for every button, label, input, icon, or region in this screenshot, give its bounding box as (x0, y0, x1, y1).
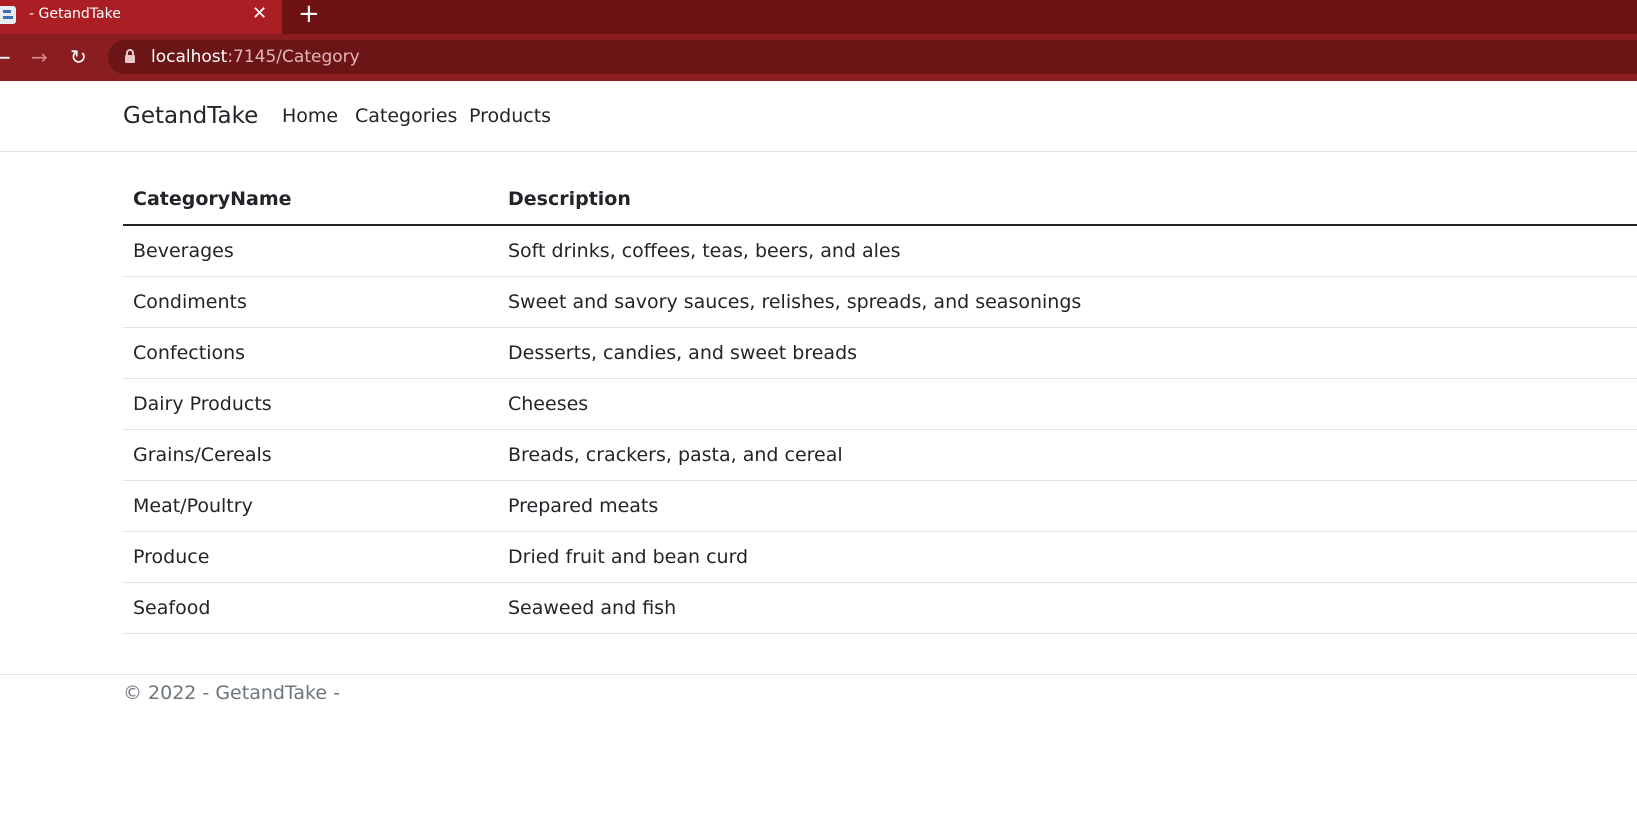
browser-tabstrip: - GetandTake ✕ + (0, 0, 1637, 34)
table-row: Seafood Seaweed and fish (123, 582, 1637, 634)
category-name-cell: Beverages (123, 225, 498, 277)
table-row: Dairy Products Cheeses (123, 378, 1637, 430)
back-icon[interactable]: ← (0, 34, 11, 81)
url-host: localhost (151, 47, 228, 67)
new-tab-icon[interactable]: + (298, 0, 320, 28)
description-cell: Dried fruit and bean curd (498, 531, 1637, 583)
description-cell: Desserts, candies, and sweet breads (498, 327, 1637, 379)
table-row: Meat/Poultry Prepared meats (123, 480, 1637, 532)
description-cell: Soft drinks, coffees, teas, beers, and a… (498, 225, 1637, 277)
navbar-brand[interactable]: GetandTake (123, 81, 258, 151)
nav-link-home[interactable]: Home (282, 81, 338, 151)
category-name-cell: Confections (123, 327, 498, 379)
category-name-cell: Seafood (123, 582, 498, 634)
category-name-cell: Condiments (123, 276, 498, 328)
url-path: :7145/Category (227, 47, 360, 67)
footer-copyright: © 2022 - GetandTake - (123, 682, 340, 704)
table-row: Grains/Cereals Breads, crackers, pasta, … (123, 429, 1637, 481)
close-icon[interactable]: ✕ (252, 0, 267, 28)
lock-icon[interactable] (125, 49, 135, 63)
tab-title: - GetandTake (29, 6, 121, 22)
column-header-categoryname: CategoryName (123, 174, 498, 226)
category-name-cell: Dairy Products (123, 378, 498, 430)
description-cell: Seaweed and fish (498, 582, 1637, 634)
reload-icon[interactable]: ↻ (70, 34, 87, 81)
category-table: CategoryName Description Beverages Soft … (123, 174, 1637, 634)
page-icon (0, 6, 16, 24)
category-name-cell: Grains/Cereals (123, 429, 498, 481)
table-header-row: CategoryName Description (123, 174, 1637, 226)
category-name-cell: Produce (123, 531, 498, 583)
description-cell: Cheeses (498, 378, 1637, 430)
description-cell: Sweet and savory sauces, relishes, sprea… (498, 276, 1637, 328)
site-footer: © 2022 - GetandTake - (0, 674, 1637, 715)
url-text: localhost:7145/Category (151, 40, 360, 74)
table-row: Produce Dried fruit and bean curd (123, 531, 1637, 583)
browser-toolbar: ← → ↻ localhost:7145/Category (0, 34, 1637, 81)
nav-link-products[interactable]: Products (469, 81, 551, 151)
browser-tab[interactable]: - GetandTake ✕ (0, 0, 282, 34)
forward-icon[interactable]: → (31, 34, 48, 81)
table-row: Beverages Soft drinks, coffees, teas, be… (123, 225, 1637, 277)
address-bar[interactable]: localhost:7145/Category (108, 40, 1637, 74)
description-cell: Prepared meats (498, 480, 1637, 532)
nav-link-categories[interactable]: Categories (355, 81, 457, 151)
table-row: Condiments Sweet and savory sauces, reli… (123, 276, 1637, 328)
column-header-description: Description (498, 174, 1637, 226)
description-cell: Breads, crackers, pasta, and cereal (498, 429, 1637, 481)
table-row: Confections Desserts, candies, and sweet… (123, 327, 1637, 379)
site-navbar: GetandTake Home Categories Products (0, 81, 1637, 152)
category-name-cell: Meat/Poultry (123, 480, 498, 532)
